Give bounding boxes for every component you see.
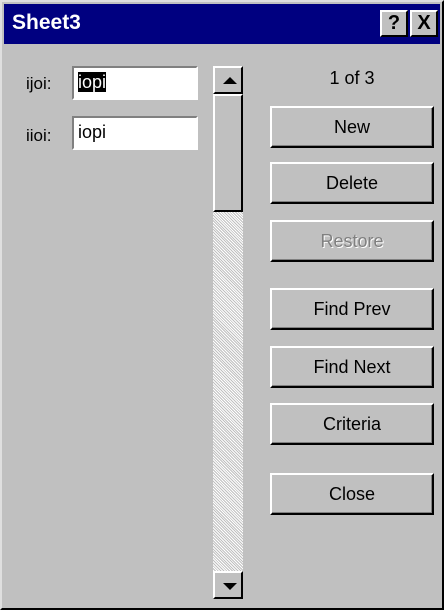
field-label-iioi: iioi:: [26, 126, 52, 145]
find-prev-button[interactable]: Find Prev: [270, 288, 434, 330]
delete-button[interactable]: Delete: [270, 162, 434, 204]
scroll-up-button[interactable]: [213, 66, 243, 94]
record-scrollbar[interactable]: [213, 66, 243, 599]
ijoi-field-value: iopi: [78, 72, 107, 92]
iioi-field[interactable]: iopi: [72, 116, 198, 150]
scroll-thumb[interactable]: [213, 94, 243, 212]
find-next-button[interactable]: Find Next: [270, 346, 434, 388]
ijoi-field[interactable]: iopi: [72, 66, 198, 100]
down-arrow-icon: [223, 583, 237, 590]
iioi-field-value: iopi: [78, 122, 107, 142]
new-button[interactable]: New: [270, 106, 434, 148]
close-window-button[interactable]: X: [410, 10, 438, 37]
help-button[interactable]: ?: [380, 10, 408, 37]
field-label-ijoi: ijoi:: [26, 74, 52, 93]
title-bar[interactable]: Sheet3 ? X: [4, 4, 440, 44]
scroll-down-button[interactable]: [213, 571, 243, 599]
criteria-button[interactable]: Criteria: [270, 403, 434, 445]
close-button[interactable]: Close: [270, 473, 434, 515]
up-arrow-icon: [223, 77, 237, 84]
restore-button: Restore: [270, 220, 434, 262]
record-counter: 1 of 3: [329, 68, 375, 88]
data-form-window: Sheet3 ? X ijoi: iopi iioi: iopi 1 of 3 …: [0, 0, 444, 610]
window-title: Sheet3: [12, 11, 81, 34]
